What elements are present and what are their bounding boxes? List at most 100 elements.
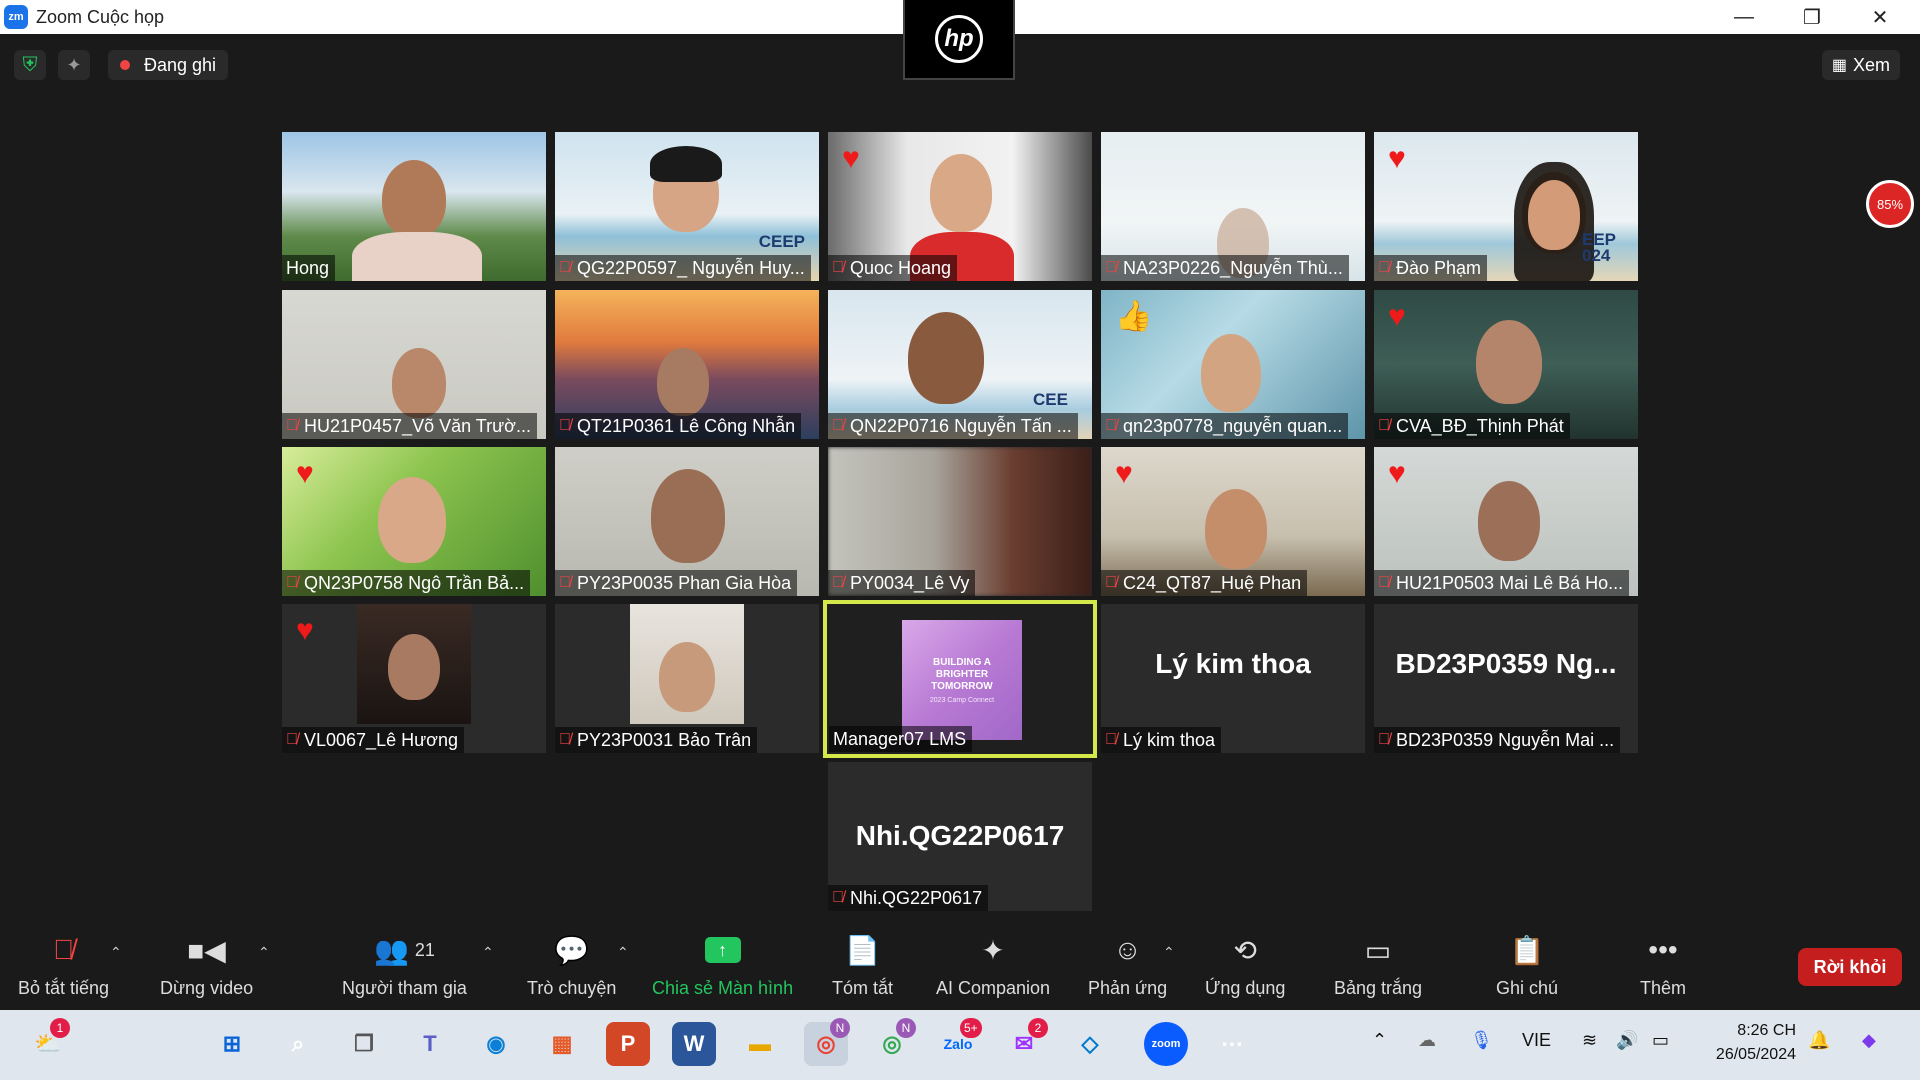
video-tile[interactable]: 🎙̸ QT21P0361 Lê Công Nhẫn — [555, 290, 819, 439]
video-tile[interactable]: ♥ 🎙̸ C24_QT87_Huệ Phan — [1101, 447, 1365, 596]
ai-sparkle-icon: ✦ — [981, 934, 1005, 966]
video-tile[interactable]: Hong — [282, 132, 546, 281]
more-button[interactable]: ••• Thêm — [1640, 932, 1686, 999]
participant-name: PY23P0031 Bảo Trân — [577, 729, 752, 750]
participant-name: CVA_BĐ_Thịnh Phát — [1396, 415, 1564, 436]
chat-button[interactable]: 💬 Trò chuyện — [527, 932, 616, 999]
close-button[interactable]: ✕ — [1846, 0, 1914, 34]
video-tile[interactable]: 🎙̸ HU21P0457_Võ Văn Trườ... — [282, 290, 546, 439]
mic-muted-icon: 🎙̸ — [1378, 417, 1390, 434]
summary-button[interactable]: 📄 Tóm tắt — [832, 932, 893, 999]
chat-options-caret-icon[interactable]: ⌃ — [617, 944, 629, 961]
audio-options-caret-icon[interactable]: ⌃ — [110, 944, 122, 961]
more-apps-icon[interactable]: ⋯ — [1210, 1022, 1254, 1066]
video-tile[interactable]: ♥ 🎙̸ CVA_BĐ_Thịnh Phát — [1374, 290, 1638, 439]
summary-doc-icon: 📄 — [845, 934, 880, 966]
search-icon[interactable]: ⌕ — [276, 1022, 320, 1066]
reactions-button[interactable]: ☺ Phản ứng — [1088, 932, 1167, 999]
video-tile[interactable]: 🎙̸ NA23P0226_Nguyễn Thù... — [1101, 132, 1365, 281]
video-tile[interactable]: 👍 🎙̸ qn23p0778_nguyễn quan... — [1101, 290, 1365, 439]
volume-icon[interactable]: 🔊 — [1616, 1030, 1638, 1051]
participant-name: Quoc Hoang — [850, 257, 952, 278]
unmute-button[interactable]: 🎙̸ Bỏ tắt tiếng — [18, 932, 109, 999]
recording-indicator[interactable]: Đang ghi — [108, 50, 229, 80]
participants-options-caret-icon[interactable]: ⌃ — [482, 944, 494, 961]
whiteboard-button[interactable]: ▭ Bảng trắng — [1334, 932, 1422, 999]
participant-name-tag: 🎙̸ QG22P0597_ Nguyễn Huy... — [555, 255, 811, 281]
video-tile[interactable]: ♥ 🎙̸ Quoc Hoang — [828, 132, 1092, 281]
task-view-icon[interactable]: ❐ — [342, 1022, 386, 1066]
notification-bell-icon[interactable]: 🔔 — [1808, 1030, 1830, 1051]
powerpoint-icon[interactable]: P — [606, 1022, 650, 1066]
stop-video-button[interactable]: ■◀ Dừng video — [160, 932, 253, 999]
battery-icon[interactable]: ▭ — [1652, 1030, 1669, 1051]
participants-button[interactable]: 👥 21 Người tham gia — [342, 932, 467, 999]
camera-notch: hp — [903, 0, 1015, 80]
reactions-label: Phản ứng — [1088, 978, 1168, 998]
store-icon[interactable]: ▦ — [540, 1022, 584, 1066]
participant-name-tag: 🎙̸ PY23P0035 Phan Gia Hòa — [555, 570, 798, 596]
share-screen-icon: ↑ — [704, 932, 741, 968]
unmute-label: Bỏ tắt tiếng — [18, 978, 110, 998]
video-tile[interactable]: 🎙̸ PY23P0031 Bảo Trân — [555, 604, 819, 753]
participant-face — [908, 312, 984, 404]
share-screen-label: Chia sẻ Màn hình — [652, 978, 794, 998]
security-shield-icon[interactable]: ⛨ — [14, 50, 46, 80]
vscode-icon[interactable]: ◇ — [1068, 1022, 1112, 1066]
video-options-caret-icon[interactable]: ⌃ — [258, 944, 270, 961]
participant-face-front — [1528, 180, 1580, 250]
onedrive-cloud-icon[interactable]: ☁ — [1418, 1030, 1436, 1051]
video-tile[interactable]: 🎙̸ PY0034_Lê Vy — [828, 447, 1092, 596]
wifi-icon[interactable]: ≋ — [1582, 1030, 1597, 1051]
notes-button[interactable]: 📋 Ghi chú — [1496, 932, 1558, 999]
ai-companion-button[interactable]: ✦ AI Companion — [936, 932, 1050, 999]
thumbs-up-reaction-icon: 👍 — [1115, 300, 1153, 333]
video-tile[interactable]: EEP 024 ♥ 🎙̸ Đào Phạm — [1374, 132, 1638, 281]
zoom-taskbar-icon[interactable]: zoom — [1144, 1022, 1188, 1066]
word-icon[interactable]: W — [672, 1022, 716, 1066]
participant-name-tag: 🎙̸ PY23P0031 Bảo Trân — [555, 727, 758, 753]
participants-count: 21 — [414, 939, 435, 960]
participant-name: Hong — [286, 257, 330, 278]
ai-sparkle-icon[interactable]: ✦ — [58, 50, 90, 80]
participant-name-tag: 🎙̸ Lý kim thoa — [1101, 727, 1222, 753]
participants-label: Người tham gia — [342, 978, 467, 998]
video-tile[interactable]: ♥ 🎙̸ VL0067_Lê Hương — [282, 604, 546, 753]
minimize-button[interactable]: — — [1710, 0, 1778, 34]
file-explorer-icon[interactable]: ▬ — [738, 1022, 782, 1066]
video-tile[interactable]: CEEP 🎙̸ QG22P0597_ Nguyễn Huy... — [555, 132, 819, 281]
video-tile[interactable]: ♥ 🎙̸ QN23P0758 Ngô Trần Bả... — [282, 447, 546, 596]
video-tile[interactable]: Lý kim thoa 🎙̸ Lý kim thoa — [1101, 604, 1365, 753]
percent-badge[interactable]: 85% — [1866, 180, 1914, 228]
share-screen-button[interactable]: ↑ Chia sẻ Màn hình — [652, 932, 793, 999]
video-tile[interactable]: BD23P0359 Ng... 🎙̸ BD23P0359 Nguyễn Mai .… — [1374, 604, 1638, 753]
microphone-icon[interactable]: 🎙 — [1470, 1030, 1493, 1051]
clock-time[interactable]: 8:26 CH — [1704, 1022, 1796, 1040]
apps-button[interactable]: ⟲ Ứng dụng — [1205, 932, 1285, 999]
video-camera-icon: ■◀ — [187, 934, 226, 966]
copilot-icon[interactable]: ◆ — [1862, 1030, 1876, 1051]
view-button[interactable]: ▦ Xem — [1821, 50, 1900, 80]
restore-button[interactable]: ❐ — [1778, 0, 1846, 34]
video-tile-active-speaker[interactable]: BUILDING A BRIGHTER TOMORROW 2023 Camp C… — [823, 600, 1097, 758]
clock-date[interactable]: 26/05/2024 — [1704, 1046, 1796, 1064]
reactions-options-caret-icon[interactable]: ⌃ — [1163, 944, 1175, 961]
mic-muted-icon: 🎙̸ — [832, 574, 844, 591]
video-tile[interactable]: CEE 🎙̸ QN22P0716 Nguyễn Tấn ... — [828, 290, 1092, 439]
video-tile[interactable]: Nhi.QG22P0617 🎙̸ Nhi.QG22P0617 — [828, 762, 1092, 911]
participant-name: QG22P0597_ Nguyễn Huy... — [577, 257, 805, 278]
video-tile[interactable]: ♥ 🎙̸ HU21P0503 Mai Lê Bá Ho... — [1374, 447, 1638, 596]
participant-name-tag: 🎙̸ QN23P0758 Ngô Trần Bả... — [282, 570, 531, 596]
chrome-profile-badge: N — [830, 1018, 850, 1038]
participant-face — [1478, 481, 1540, 561]
participant-name: PY23P0035 Phan Gia Hòa — [577, 572, 792, 593]
slide-title: BUILDING A BRIGHTER TOMORROW — [931, 656, 993, 692]
leave-button[interactable]: Rời khỏi — [1798, 948, 1902, 986]
participant-name-tag: 🎙̸ HU21P0503 Mai Lê Bá Ho... — [1374, 570, 1630, 596]
edge-icon[interactable]: ◉ — [474, 1022, 518, 1066]
language-indicator[interactable]: VIE — [1522, 1030, 1551, 1051]
teams-icon[interactable]: T — [408, 1022, 452, 1066]
hidden-icons-chevron-icon[interactable]: ⌃ — [1372, 1030, 1387, 1051]
video-tile[interactable]: 🎙̸ PY23P0035 Phan Gia Hòa — [555, 447, 819, 596]
windows-start-icon[interactable]: ⊞ — [210, 1022, 254, 1066]
